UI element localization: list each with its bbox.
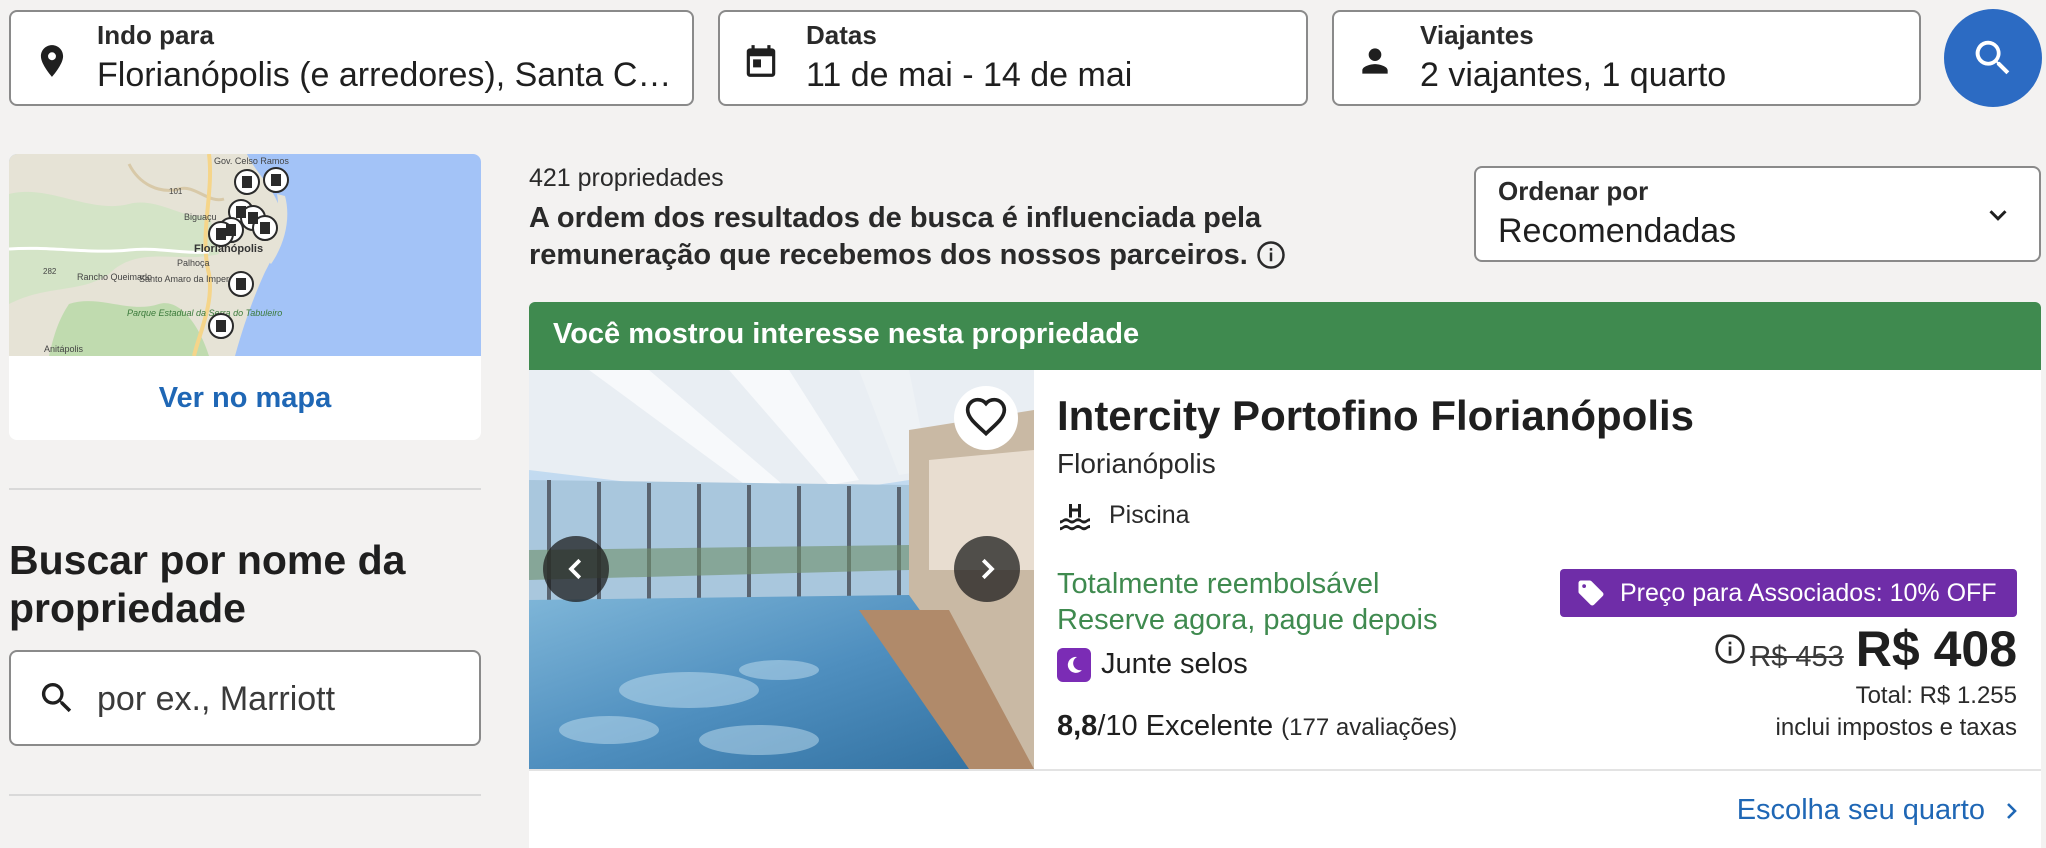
property-photo[interactable]: [529, 370, 1034, 769]
favorite-button[interactable]: [954, 386, 1018, 450]
stamps-text: Junte selos: [1101, 648, 1248, 680]
chevron-down-icon: [1989, 210, 2007, 221]
choose-room-link[interactable]: Escolha seu quarto: [1737, 794, 2023, 827]
map-label: 101: [169, 187, 183, 196]
sidebar-divider: [9, 488, 481, 490]
map-label: Biguaçu: [184, 212, 217, 222]
travelers-label: Viajantes: [1420, 20, 1534, 50]
member-price-badge: Preço para Associados: 10% OFF: [1560, 569, 2017, 617]
current-price: R$ 408: [1855, 621, 2017, 677]
amenity-label: Piscina: [1109, 501, 1190, 529]
property-name-search-input[interactable]: por ex., Marriott: [9, 650, 481, 746]
next-photo-button[interactable]: [954, 536, 1020, 602]
stamp-icon: [1057, 648, 1091, 682]
map-thumbnail[interactable]: Gov. Celso Ramos Biguaçu Florianópolis P…: [9, 154, 481, 356]
refundable-text: Totalmente reembolsável: [1057, 568, 1380, 600]
map-label: Anitápolis: [44, 344, 84, 354]
review-count: (177 avaliações): [1281, 714, 1458, 741]
member-badge-text: Preço para Associados: 10% OFF: [1620, 578, 1997, 607]
view-on-map-link[interactable]: Ver no mapa: [9, 356, 481, 440]
price-row: R$ 453 R$ 408: [1714, 620, 2017, 678]
chevron-right-icon: [981, 558, 995, 580]
sidebar-divider: [9, 794, 481, 796]
info-icon[interactable]: [1256, 240, 1286, 270]
choose-room-label: Escolha seu quarto: [1736, 794, 1985, 826]
search-button[interactable]: [1944, 9, 2042, 107]
sort-value: Recomendadas: [1498, 212, 1737, 250]
results-disclaimer: A ordem dos resultados de busca é influe…: [529, 200, 1449, 274]
chevron-right-icon: [2007, 802, 2017, 819]
calendar-icon: [746, 45, 776, 77]
map-label: Florianópolis: [194, 243, 263, 255]
property-name-placeholder: por ex., Marriott: [97, 680, 336, 718]
sort-label: Ordenar por: [1498, 176, 1649, 206]
chevron-left-icon: [568, 558, 582, 580]
map-card: Gov. Celso Ramos Biguaçu Florianópolis P…: [9, 154, 481, 440]
property-city: Florianópolis: [1057, 448, 1216, 479]
destination-field[interactable]: Indo para Florianópolis (e arredores), S…: [9, 10, 694, 106]
map-pin-icon: [40, 45, 64, 77]
travelers-field[interactable]: Viajantes 2 viajantes, 1 quarto: [1332, 10, 1921, 106]
search-icon: [1975, 40, 2010, 75]
dates-field[interactable]: Datas 11 de mai - 14 de mai: [718, 10, 1308, 106]
map-label: 282: [43, 267, 57, 276]
previous-photo-button[interactable]: [543, 536, 609, 602]
dates-value: 11 de mai - 14 de mai: [806, 56, 1133, 94]
card-divider: [529, 769, 2041, 771]
map-label: Parque Estadual da Serra do Tabuleiro: [127, 308, 282, 318]
info-icon[interactable]: [1714, 633, 1746, 665]
sort-dropdown[interactable]: Ordenar por Recomendadas: [1474, 166, 2041, 262]
map-label: Palhoça: [177, 258, 210, 268]
original-price: R$ 453: [1750, 641, 1844, 673]
results-count: 421 propriedades: [529, 164, 724, 192]
person-icon: [1362, 48, 1388, 74]
interest-banner: Você mostrou interesse nesta propriedade: [529, 302, 2041, 370]
rating-scale: /10: [1097, 710, 1138, 742]
destination-value: Florianópolis (e arredores), Santa Catar…: [97, 56, 677, 94]
search-icon: [41, 683, 72, 713]
heart-icon: [965, 397, 1007, 437]
map-label: Gov. Celso Ramos: [214, 156, 289, 166]
property-card[interactable]: Intercity Portofino Florianópolis Floria…: [529, 370, 2041, 848]
taxes-note: inclui impostos e taxas: [1775, 714, 2017, 741]
property-name-search-title: Buscar por nome da propriedade: [9, 537, 406, 631]
destination-label: Indo para: [97, 20, 215, 50]
pool-icon: [1060, 504, 1090, 531]
tag-icon: [1578, 580, 1604, 606]
dates-label: Datas: [806, 20, 877, 50]
rating: 8,8/10 Excelente (177 avaliações): [1057, 710, 1457, 743]
travelers-value: 2 viajantes, 1 quarto: [1420, 56, 1727, 94]
rating-label: Excelente: [1145, 710, 1274, 742]
disclaimer-text: A ordem dos resultados de busca é influe…: [529, 202, 1262, 271]
pay-later-text: Reserve agora, pague depois: [1057, 604, 1438, 636]
total-price: Total: R$ 1.255: [1855, 682, 2017, 709]
rating-score: 8,8: [1057, 710, 1098, 742]
property-name[interactable]: Intercity Portofino Florianópolis: [1057, 392, 1694, 440]
